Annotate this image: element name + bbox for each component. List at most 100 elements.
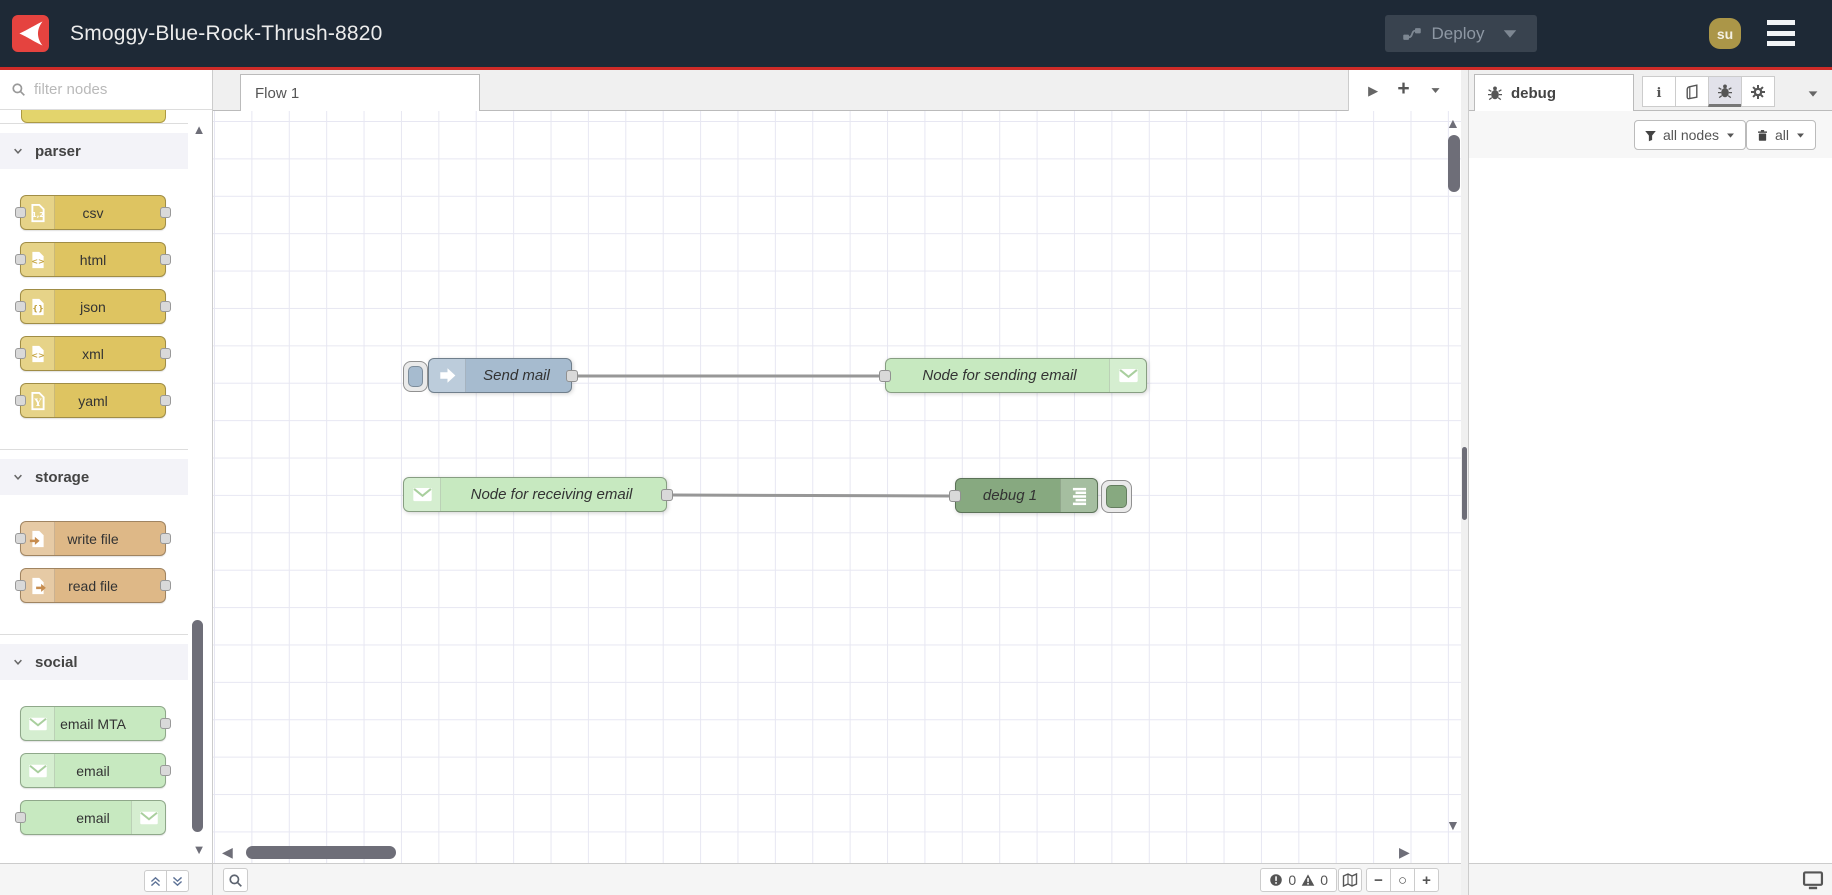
app-logo-icon: [12, 15, 49, 52]
node-label: yaml: [78, 392, 108, 409]
help-tab-button[interactable]: [1675, 76, 1709, 107]
palette-scroll-up-arrow[interactable]: ▲: [188, 122, 210, 138]
palette-node-html[interactable]: <> html: [15, 242, 171, 277]
search-flows-button[interactable]: [223, 868, 248, 892]
separator-drag-handle[interactable]: [1462, 447, 1467, 520]
palette-node-email[interactable]: email: [15, 800, 166, 835]
output-port[interactable]: [160, 395, 171, 406]
partially-visible-node[interactable]: [21, 110, 166, 123]
search-input[interactable]: [34, 81, 212, 98]
flow-canvas[interactable]: Send mail Node for sending email Node for …: [213, 111, 1461, 863]
tab-flow-1[interactable]: Flow 1: [240, 74, 480, 111]
clear-debug-button[interactable]: all: [1745, 120, 1816, 150]
canvas-vscrollbar-thumb[interactable]: [1448, 135, 1460, 192]
output-port[interactable]: [160, 254, 171, 265]
output-port[interactable]: [160, 718, 171, 729]
input-port[interactable]: [15, 301, 26, 312]
output-port[interactable]: [160, 533, 171, 544]
palette-node-list: parser 1,2 csv <> html {} json <> xml Yyaml storag…: [0, 110, 188, 863]
deploy-button[interactable]: Deploy: [1385, 15, 1537, 52]
tab-debug[interactable]: debug: [1474, 74, 1634, 111]
inject-button[interactable]: [403, 361, 428, 392]
sidebar-menu-caret-icon[interactable]: [1806, 87, 1820, 101]
input-port[interactable]: [879, 370, 891, 382]
header: Smoggy-Blue-Rock-Thrush-8820 Deploy su: [0, 0, 1832, 67]
palette-node-csv[interactable]: 1,2 csv: [15, 195, 171, 230]
section-divider: [0, 634, 188, 635]
palette-node-read-file[interactable]: read file: [15, 568, 171, 603]
canvas-scroll-up-arrow[interactable]: ▲: [1446, 116, 1460, 130]
main-menu-button[interactable]: [1767, 20, 1795, 46]
palette-scrollbar-thumb[interactable]: [192, 620, 203, 832]
palette-footer: [0, 863, 212, 895]
debug-toggle-button[interactable]: [1101, 480, 1132, 513]
input-port[interactable]: [949, 490, 961, 502]
add-flow-button[interactable]: +: [1397, 77, 1409, 101]
open-in-window-button[interactable]: [1802, 869, 1824, 891]
node-icon-region: [1060, 479, 1097, 512]
debug-tab-button[interactable]: [1708, 76, 1742, 107]
category-label: parser: [35, 142, 81, 160]
output-port[interactable]: [160, 765, 171, 776]
palette-category-parser[interactable]: parser: [0, 133, 188, 169]
zoom-in-button[interactable]: +: [1414, 868, 1439, 892]
sidebar-separator[interactable]: [1461, 70, 1468, 895]
output-port[interactable]: [566, 370, 578, 382]
debug-toolbar: all nodes all: [1469, 111, 1832, 158]
tab-scroll-right-button[interactable]: ▶: [1368, 83, 1378, 99]
user-avatar[interactable]: su: [1709, 18, 1741, 49]
canvas-scroll-left-arrow[interactable]: ◀: [222, 845, 233, 859]
palette-node-json[interactable]: {} json: [15, 289, 171, 324]
expand-all-button[interactable]: [166, 870, 189, 892]
palette-node-xml[interactable]: <> xml: [15, 336, 171, 371]
double-chevron-down-icon: [171, 875, 184, 888]
palette-scroll-down-arrow[interactable]: ▼: [188, 842, 210, 858]
input-port[interactable]: [15, 348, 26, 359]
flow-node-debug-1[interactable]: debug 1: [949, 478, 1132, 513]
sidebar-footer: [1469, 863, 1832, 895]
collapse-all-button[interactable]: [144, 870, 167, 892]
input-port[interactable]: [15, 812, 26, 823]
input-port[interactable]: [15, 254, 26, 265]
canvas-hscrollbar-thumb[interactable]: [246, 846, 396, 859]
zoom-reset-button[interactable]: ○: [1390, 868, 1415, 892]
wires-layer: [576, 374, 951, 498]
flow-node-node-for-sending-email[interactable]: Node for sending email: [879, 358, 1147, 393]
flow-node-node-for-receiving-email[interactable]: Node for receiving email: [403, 477, 673, 512]
output-port[interactable]: [160, 207, 171, 218]
debug-tab-label: debug: [1511, 84, 1556, 102]
palette-node-yaml[interactable]: Yyaml: [15, 383, 171, 418]
debug-filter-button[interactable]: all nodes: [1633, 120, 1746, 150]
flow-status-indicators[interactable]: 0 0: [1260, 868, 1337, 892]
output-port[interactable]: [160, 580, 171, 591]
config-nodes-tab-button[interactable]: [1741, 76, 1775, 107]
output-port[interactable]: [661, 489, 673, 501]
canvas-scroll-right-arrow[interactable]: ▶: [1399, 845, 1410, 859]
output-port[interactable]: [160, 301, 171, 312]
flow-tabbar: Flow 1 ▶ +: [213, 70, 1461, 111]
input-port[interactable]: [15, 395, 26, 406]
palette-category-storage[interactable]: storage: [0, 459, 188, 495]
book-icon: [1684, 83, 1700, 100]
node-label: write file: [67, 530, 119, 547]
deploy-options-caret-icon[interactable]: [1500, 24, 1520, 44]
canvas-scroll-down-arrow[interactable]: ▼: [1446, 818, 1460, 832]
output-port[interactable]: [160, 348, 171, 359]
flow-list-caret-icon[interactable]: [1429, 84, 1442, 97]
category-label: social: [35, 653, 78, 671]
chevron-down-icon: [12, 471, 24, 483]
wire[interactable]: [671, 493, 951, 498]
input-port[interactable]: [15, 533, 26, 544]
palette-node-write-file[interactable]: write file: [15, 521, 171, 556]
info-tab-button[interactable]: i: [1642, 76, 1676, 107]
category-label: storage: [35, 468, 90, 486]
input-port[interactable]: [15, 580, 26, 591]
navigator-button[interactable]: [1338, 868, 1362, 892]
page-title: Smoggy-Blue-Rock-Thrush-8820: [70, 21, 383, 45]
palette-category-social[interactable]: social: [0, 644, 188, 680]
palette-node-email-MTA[interactable]: email MTA: [20, 706, 171, 741]
input-port[interactable]: [15, 207, 26, 218]
zoom-out-button[interactable]: −: [1366, 868, 1391, 892]
palette-node-email[interactable]: email: [20, 753, 171, 788]
flow-node-send-mail[interactable]: Send mail: [403, 358, 578, 393]
